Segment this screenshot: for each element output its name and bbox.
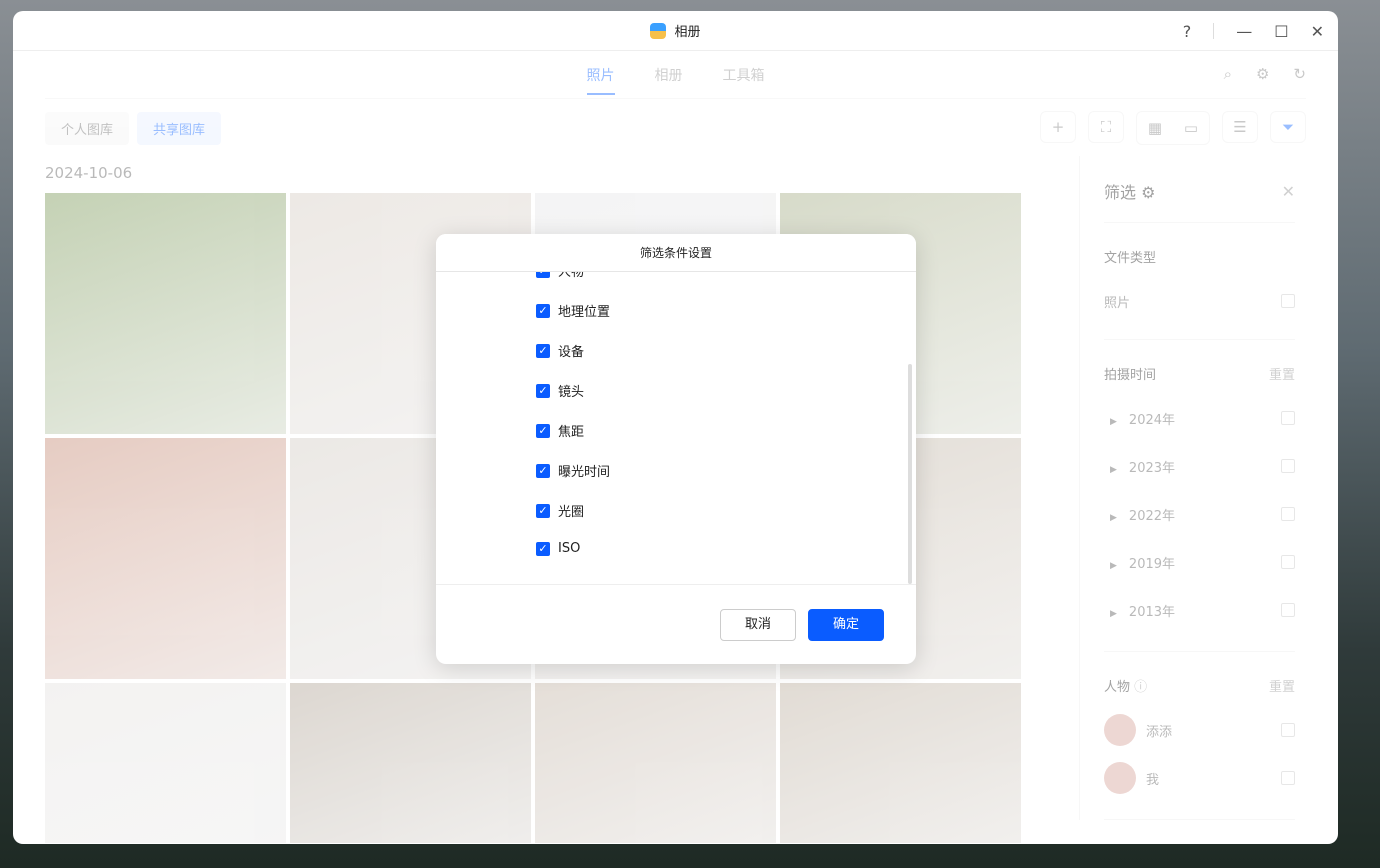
person-row[interactable]: 添添	[1104, 714, 1295, 746]
condition-label: 曝光时间	[558, 465, 611, 480]
year-row[interactable]: ▶ 2024年	[1104, 408, 1295, 428]
filter-condition-item[interactable]: ✓ 镜头	[536, 381, 584, 400]
section-heading: 拍摄时间	[1104, 368, 1157, 383]
checkbox[interactable]	[1281, 555, 1295, 569]
person-name: 添添	[1146, 724, 1173, 740]
year-label: 2024年	[1128, 412, 1176, 428]
filter-condition-item[interactable]: ✓ 地理位置	[536, 301, 610, 320]
cancel-button[interactable]: 取消	[720, 609, 796, 641]
confirm-button[interactable]: 确定	[808, 609, 884, 641]
checkbox-checked-icon[interactable]: ✓	[536, 463, 550, 478]
year-row[interactable]: ▶ 2022年	[1104, 504, 1295, 524]
main-tabs: 照片 相册 工具箱 ⌕ ⚙ ↻	[45, 51, 1306, 99]
checkbox[interactable]	[1281, 603, 1295, 617]
help-button[interactable]: ?	[1183, 22, 1192, 41]
year-row[interactable]: ▶ 2019年	[1104, 552, 1295, 572]
photo-thumbnail[interactable]	[535, 683, 776, 843]
filter-settings-dialog: 筛选条件设置 ✓人物✓地理位置✓设备✓镜头✓焦距✓曝光时间✓光圈✓ISO 取消 …	[436, 234, 916, 664]
checkbox-checked-icon[interactable]: ✓	[536, 303, 550, 318]
scrollbar[interactable]	[908, 364, 912, 584]
list-view-icon[interactable]: ☰	[1222, 111, 1258, 143]
photo-thumbnail[interactable]	[45, 683, 286, 843]
close-button[interactable]: ✕	[1311, 22, 1324, 41]
person-name: 我	[1146, 772, 1160, 788]
filter-sidebar: 筛选 ⚙ ✕ 文件类型 照片 拍摄时间 重置 ▶ 2024年 ▶ 2023年 ▶ 2022年 ▶…	[1079, 156, 1319, 820]
reset-button[interactable]: 重置	[1269, 366, 1295, 386]
checkbox-checked-icon[interactable]: ✓	[536, 343, 550, 358]
section-heading: 文件类型	[1104, 251, 1157, 266]
window-title: 相册	[674, 25, 701, 40]
checkbox[interactable]	[1281, 459, 1295, 473]
expand-arrow-icon[interactable]: ▶	[1110, 465, 1117, 475]
condition-label: 地理位置	[558, 305, 611, 320]
expand-arrow-icon[interactable]: ▶	[1110, 609, 1117, 619]
filter-option-label: 照片	[1104, 295, 1131, 311]
photo-thumbnail[interactable]	[45, 193, 286, 434]
date-heading: 2024-10-06	[45, 164, 133, 182]
year-label: 2013年	[1128, 604, 1176, 620]
checkbox-checked-icon[interactable]: ✓	[536, 541, 550, 556]
photo-thumbnail[interactable]	[290, 683, 531, 843]
filter-condition-item[interactable]: ✓ 焦距	[536, 421, 584, 440]
reset-button[interactable]: 重置	[1269, 678, 1295, 698]
gear-icon[interactable]: ⚙	[1141, 183, 1155, 202]
maximize-button[interactable]: ☐	[1274, 22, 1288, 41]
close-icon[interactable]: ✕	[1282, 182, 1295, 201]
filter-condition-item[interactable]: ✓ 曝光时间	[536, 461, 610, 480]
gear-icon[interactable]: ⚙	[1256, 65, 1269, 83]
year-row[interactable]: ▶ 2023年	[1104, 456, 1295, 476]
filter-icon[interactable]: ⏷	[1270, 111, 1306, 143]
title-bar: 相册 ? — ☐ ✕	[13, 11, 1338, 51]
condition-label: ISO	[558, 541, 581, 556]
tab-photos[interactable]: 照片	[586, 65, 615, 95]
refresh-icon[interactable]: ↻	[1293, 65, 1306, 83]
checkbox-checked-icon[interactable]: ✓	[536, 503, 550, 518]
condition-label: 焦距	[558, 425, 585, 440]
tab-albums[interactable]: 相册	[655, 65, 683, 85]
dialog-title: 筛选条件设置	[436, 234, 916, 272]
personal-library-tab[interactable]: 个人图库	[45, 112, 130, 145]
checkbox[interactable]	[1281, 411, 1295, 425]
filter-title: 筛选	[1104, 183, 1137, 202]
person-row[interactable]: 我	[1104, 762, 1295, 794]
app-logo-icon	[650, 22, 667, 39]
avatar	[1104, 762, 1136, 794]
condition-label: 设备	[558, 345, 585, 360]
filter-condition-item[interactable]: ✓ 光圈	[536, 501, 584, 520]
filter-condition-item[interactable]: ✓ ISO	[536, 541, 580, 556]
search-icon[interactable]: ⌕	[1224, 65, 1232, 83]
folder-view-icon[interactable]: ▭	[1173, 112, 1209, 144]
condition-label: 镜头	[558, 385, 585, 400]
tab-toolbox[interactable]: 工具箱	[723, 65, 765, 85]
grid-view-icon[interactable]: ▦	[1137, 112, 1173, 144]
face-scan-icon[interactable]: ⛶	[1088, 111, 1124, 143]
checkbox[interactable]	[1281, 771, 1295, 785]
checkbox-checked-icon[interactable]: ✓	[536, 383, 550, 398]
info-icon: ⓘ	[1134, 680, 1148, 695]
checkbox[interactable]	[1281, 294, 1295, 308]
year-row[interactable]: ▶ 2013年	[1104, 600, 1295, 620]
photo-thumbnail[interactable]	[780, 683, 1021, 843]
checkbox[interactable]	[1281, 723, 1295, 737]
condition-label: 光圈	[558, 505, 585, 520]
divider	[1213, 23, 1215, 39]
checkbox-checked-icon[interactable]: ✓	[536, 423, 550, 438]
year-label: 2019年	[1128, 556, 1176, 572]
checkbox[interactable]	[1281, 507, 1295, 521]
filter-condition-item[interactable]: ✓ 设备	[536, 341, 584, 360]
year-label: 2023年	[1128, 460, 1176, 476]
add-button[interactable]: +	[1040, 111, 1076, 143]
photo-thumbnail[interactable]	[45, 438, 286, 679]
year-label: 2022年	[1128, 508, 1176, 524]
shared-library-tab[interactable]: 共享图库	[137, 112, 222, 145]
avatar	[1104, 714, 1136, 746]
expand-arrow-icon[interactable]: ▶	[1110, 561, 1117, 571]
expand-arrow-icon[interactable]: ▶	[1110, 417, 1117, 427]
section-heading: 人物	[1104, 680, 1131, 695]
minimize-button[interactable]: —	[1236, 22, 1252, 41]
expand-arrow-icon[interactable]: ▶	[1110, 513, 1117, 523]
